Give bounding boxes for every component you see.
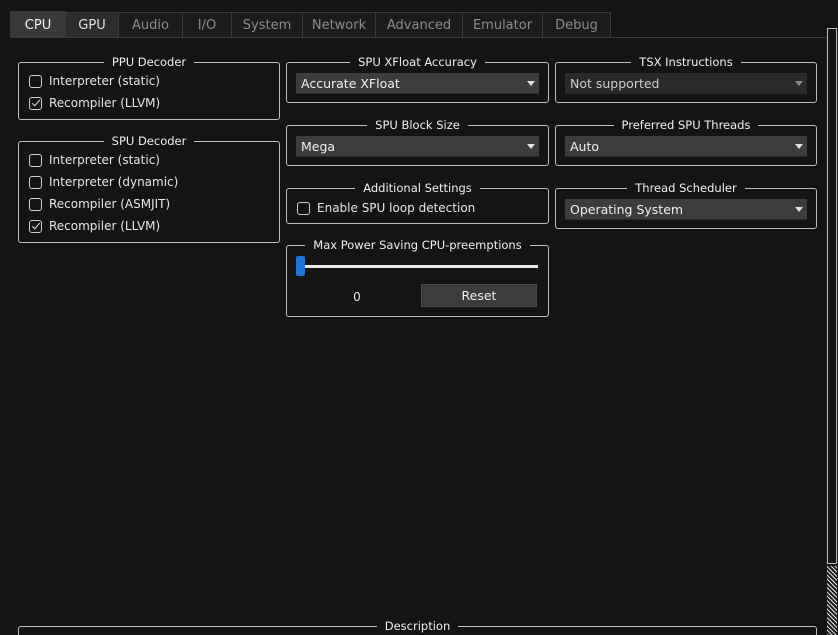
spu-decoder-group: SPU Decoder Interpreter (static) Interpr…: [18, 134, 280, 243]
ppu-interpreter-static-checkbox[interactable]: [29, 74, 42, 88]
description-group: Description: [18, 619, 817, 635]
reset-button[interactable]: Reset: [421, 284, 537, 307]
tab-cpu[interactable]: CPU: [10, 11, 66, 38]
scrollbar-thumb[interactable]: [827, 28, 837, 564]
spu-recompiler-llvm-option[interactable]: Recompiler (LLVM): [29, 218, 160, 234]
tsx-title: TSX Instructions: [556, 55, 816, 69]
spu-block-size-group: SPU Block Size Mega: [286, 118, 549, 166]
spu-threads-title: Preferred SPU Threads: [556, 118, 816, 132]
tab-bar: CPU GPU Audio I/O System Network Advance…: [10, 11, 611, 38]
spu-xfloat-dropdown[interactable]: Accurate XFloat: [296, 73, 539, 94]
chevron-down-icon: [795, 207, 803, 212]
chevron-down-icon: [795, 144, 803, 149]
spu-interpreter-dynamic-checkbox[interactable]: [29, 175, 42, 189]
ppu-interpreter-static-option[interactable]: Interpreter (static): [29, 73, 160, 89]
scrollbar-track-lower[interactable]: [827, 566, 837, 635]
thread-scheduler-dropdown[interactable]: Operating System: [565, 199, 807, 220]
spu-block-size-dropdown[interactable]: Mega: [296, 136, 539, 157]
spu-loop-detection-option[interactable]: Enable SPU loop detection: [297, 200, 475, 216]
spu-interpreter-dynamic-option[interactable]: Interpreter (dynamic): [29, 174, 178, 190]
tab-divider: [10, 37, 826, 38]
tab-emulator[interactable]: Emulator: [462, 12, 543, 37]
spu-decoder-title: SPU Decoder: [19, 134, 279, 148]
tsx-dropdown[interactable]: Not supported: [565, 73, 807, 94]
tab-audio[interactable]: Audio: [118, 12, 183, 37]
vertical-scrollbar[interactable]: [826, 28, 838, 635]
additional-settings-title: Additional Settings: [287, 181, 548, 195]
power-saving-group: Max Power Saving CPU-preemptions 0 Reset: [286, 238, 549, 317]
spu-threads-group: Preferred SPU Threads Auto: [555, 118, 817, 166]
chevron-down-icon: [527, 144, 535, 149]
spu-xfloat-group: SPU XFloat Accuracy Accurate XFloat: [286, 55, 549, 103]
spu-xfloat-title: SPU XFloat Accuracy: [287, 55, 548, 69]
settings-window: CPU GPU Audio I/O System Network Advance…: [0, 0, 838, 635]
ppu-recompiler-llvm-checkbox[interactable]: [29, 96, 42, 110]
ppu-decoder-group: PPU Decoder Interpreter (static) Recompi…: [18, 55, 280, 120]
spu-loop-detection-checkbox[interactable]: [297, 201, 310, 215]
power-saving-title: Max Power Saving CPU-preemptions: [287, 238, 548, 252]
chevron-down-icon: [527, 81, 535, 86]
tab-network[interactable]: Network: [302, 12, 376, 37]
spu-threads-dropdown[interactable]: Auto: [565, 136, 807, 157]
ppu-recompiler-llvm-option[interactable]: Recompiler (LLVM): [29, 95, 160, 111]
description-title: Description: [19, 619, 816, 633]
power-saving-slider-track[interactable]: [297, 265, 538, 268]
tab-gpu[interactable]: GPU: [65, 12, 119, 37]
tab-advanced[interactable]: Advanced: [375, 12, 463, 37]
ppu-decoder-title: PPU Decoder: [19, 55, 279, 69]
spu-recompiler-asmjit-option[interactable]: Recompiler (ASMJIT): [29, 196, 170, 212]
spu-block-size-title: SPU Block Size: [287, 118, 548, 132]
tab-debug[interactable]: Debug: [542, 12, 611, 37]
additional-settings-group: Additional Settings Enable SPU loop dete…: [286, 181, 549, 224]
spu-interpreter-static-checkbox[interactable]: [29, 153, 42, 167]
spu-recompiler-asmjit-checkbox[interactable]: [29, 197, 42, 211]
thread-scheduler-title: Thread Scheduler: [556, 181, 816, 195]
tab-io[interactable]: I/O: [182, 12, 232, 37]
spu-interpreter-static-option[interactable]: Interpreter (static): [29, 152, 160, 168]
tab-system[interactable]: System: [231, 12, 303, 37]
chevron-down-icon: [795, 81, 803, 86]
tsx-group: TSX Instructions Not supported: [555, 55, 817, 103]
power-saving-value: 0: [353, 290, 361, 304]
power-saving-slider-handle[interactable]: [296, 256, 305, 276]
spu-recompiler-llvm-checkbox[interactable]: [29, 219, 42, 233]
thread-scheduler-group: Thread Scheduler Operating System: [555, 181, 817, 229]
